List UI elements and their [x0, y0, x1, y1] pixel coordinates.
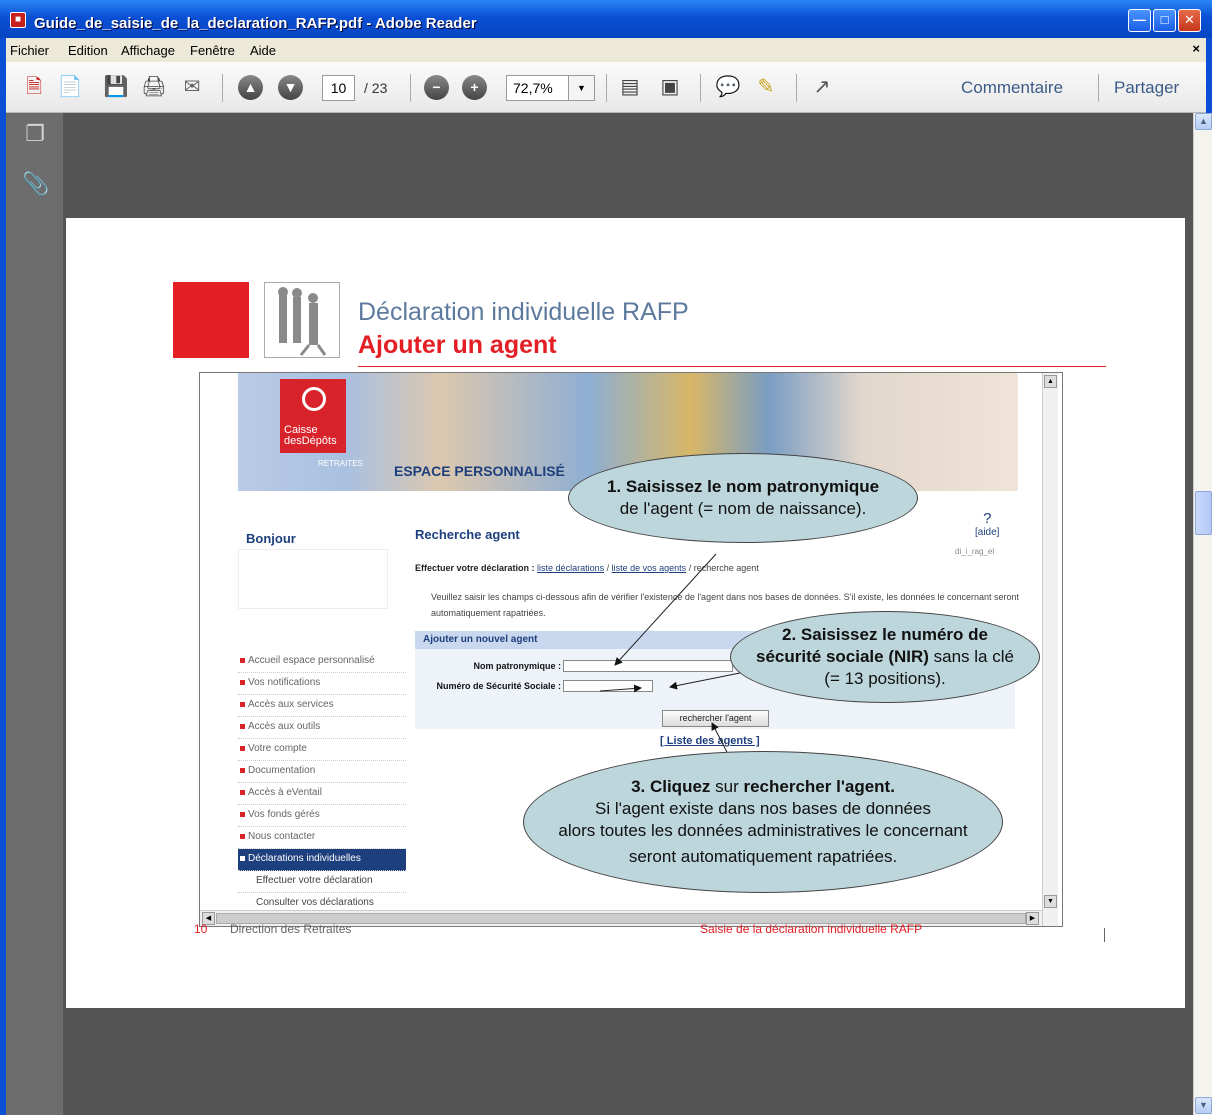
menu-fichier[interactable]: Fichier	[10, 43, 49, 58]
menu-fenetre[interactable]: Fenêtre	[190, 43, 235, 58]
callout-1: 1. Saisissez le nom patronymique de l'age…	[568, 453, 918, 543]
highlight-text-icon[interactable]: ✎	[752, 73, 780, 101]
print-icon[interactable]: 🖨	[140, 73, 168, 101]
slide-title: Déclaration individuelle RAFP	[358, 298, 689, 326]
callout-2: 2. Saisissez le numéro de sécurité social…	[730, 611, 1040, 703]
pages-thumbnail-icon[interactable]: ❐	[22, 121, 48, 147]
scroll-right-icon: ▶	[1026, 912, 1039, 925]
slide-subtitle: Ajouter un agent	[358, 331, 557, 359]
email-icon[interactable]: ✉	[178, 73, 206, 101]
total-pages: / 23	[364, 80, 388, 96]
adobe-reader-icon: ■	[10, 12, 26, 28]
footer-right-text: Saisie de la déclaration individuelle RA…	[700, 922, 923, 936]
callout-3: 3. Cliquez sur rechercher l'agent. Si l'…	[523, 751, 1003, 893]
page-number-input[interactable]: 10	[322, 75, 355, 101]
edit-document-icon[interactable]: 📄	[56, 73, 84, 101]
fit-width-icon[interactable]: ▤	[616, 73, 644, 101]
scroll-down-icon[interactable]: ▼	[1195, 1097, 1212, 1114]
attachments-paperclip-icon[interactable]: 📎	[22, 171, 49, 197]
next-page-icon[interactable]: ▼	[278, 75, 303, 100]
minimize-button[interactable]: —	[1128, 9, 1151, 32]
scroll-down-icon: ▼	[1044, 895, 1057, 908]
zoom-out-icon[interactable]: −	[424, 75, 449, 100]
zoom-in-icon[interactable]: +	[462, 75, 487, 100]
menu-bar: Fichier Edition Affichage Fenêtre Aide ×	[6, 38, 1206, 62]
fit-page-icon[interactable]: ▣	[656, 73, 684, 101]
red-square-decoration	[173, 282, 249, 358]
full-screen-icon[interactable]: ↗	[808, 73, 836, 101]
zoom-dropdown-icon[interactable]: ▼	[569, 75, 595, 101]
share-pane-link[interactable]: Partager	[1114, 78, 1179, 98]
scroll-up-icon[interactable]: ▲	[1195, 113, 1212, 130]
footer-left-text: Direction des Retraites	[230, 922, 352, 936]
footer-divider	[1104, 928, 1105, 942]
title-underline	[358, 366, 1106, 367]
vertical-scrollbar[interactable]: ▲ ▼	[1193, 113, 1212, 1115]
save-icon[interactable]: 💾	[102, 73, 130, 101]
title-bar: ■ Guide_de_saisie_de_la_declaration_RAFP…	[0, 0, 1212, 38]
reader-window: ■ Guide_de_saisie_de_la_declaration_RAFP…	[0, 0, 1212, 1115]
embedded-screenshot: Caisse desDépôts RETRAITES ESPACE PERSON…	[199, 372, 1063, 927]
comment-note-icon[interactable]: 💬	[714, 73, 742, 101]
screenshot-vertical-scrollbar: ▲ ▼	[1042, 373, 1058, 926]
pdf-page: Déclaration individuelle RAFP Ajouter un…	[66, 218, 1185, 1008]
create-pdf-icon[interactable]: 🗎	[20, 73, 48, 101]
document-close-icon[interactable]: ×	[1192, 41, 1200, 56]
scrollbar-thumb[interactable]	[1195, 491, 1212, 535]
comment-pane-link[interactable]: Commentaire	[961, 78, 1063, 98]
people-figures-logo	[264, 282, 340, 358]
zoom-input[interactable]: 72,7%	[506, 75, 569, 101]
previous-page-icon[interactable]: ▲	[238, 75, 263, 100]
footer-page-number: 10	[194, 922, 208, 936]
menu-edition[interactable]: Edition	[68, 43, 108, 58]
window-title: Guide_de_saisie_de_la_declaration_RAFP.p…	[34, 15, 477, 32]
scroll-up-icon: ▲	[1044, 375, 1057, 388]
menu-aide[interactable]: Aide	[250, 43, 276, 58]
close-button[interactable]: ✕	[1178, 9, 1201, 32]
maximize-button[interactable]: □	[1153, 9, 1176, 32]
menu-affichage[interactable]: Affichage	[121, 43, 175, 58]
navigation-panel: ❐ 📎	[6, 113, 63, 1115]
toolbar: 🗎 📄 💾 🖨 ✉ ▲ ▼ 10 / 23 − + 72,7% ▼ ▤ ▣ 💬 …	[6, 62, 1206, 113]
